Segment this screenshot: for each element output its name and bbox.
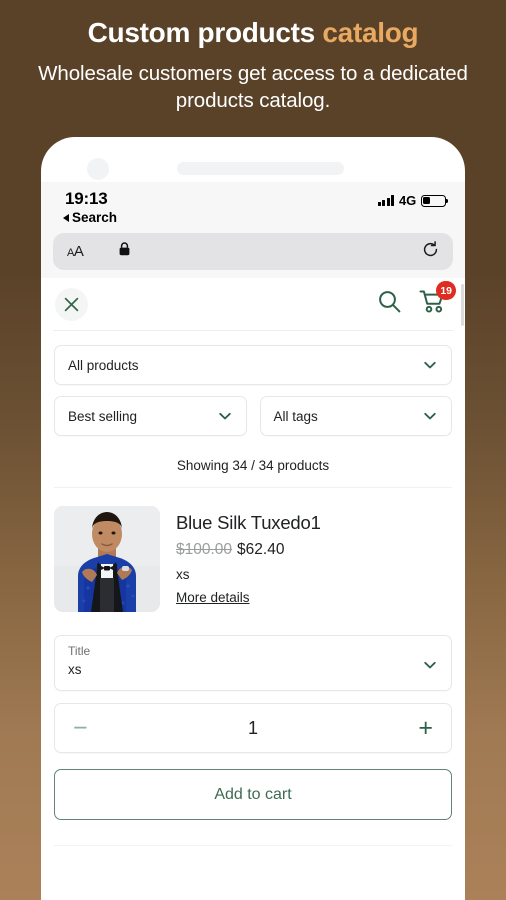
product-thumbnail[interactable] (54, 506, 160, 612)
promo-title-main: Custom products (87, 17, 323, 48)
text-size-button[interactable]: AA (67, 243, 84, 260)
close-button[interactable] (55, 287, 88, 321)
results-count: Showing 34 / 34 products (176, 458, 330, 473)
app-content: All products Best selling All tags Showi… (41, 331, 465, 846)
tags-filter-select[interactable]: All tags (259, 396, 452, 436)
header-actions: 19 (377, 281, 456, 319)
variant-select-label: Title (68, 644, 91, 658)
reload-icon[interactable] (422, 240, 439, 263)
chevron-down-icon (424, 361, 436, 369)
promo-title-accent: catalog (322, 17, 419, 48)
collection-filter-select[interactable]: All products (54, 345, 452, 385)
back-to-search-link[interactable]: Search (41, 210, 465, 225)
promo-subtitle: Wholesale customers get access to a dedi… (38, 62, 468, 113)
product-compare-price: $100.00 (176, 541, 233, 558)
search-button[interactable] (377, 289, 402, 319)
product-divider (54, 845, 452, 846)
promo-banner: Custom products catalog Wholesale custom… (0, 0, 506, 114)
product-price: $62.40 (237, 541, 285, 558)
cart-button[interactable]: 19 (419, 281, 456, 319)
results-divider (54, 487, 452, 488)
phone-mockup: 19:13 4G Search AA 19 All products Best … (41, 137, 465, 900)
quantity-stepper: − 1 + (54, 703, 452, 753)
battery-icon (421, 194, 449, 207)
cart-count-badge: 19 (436, 281, 456, 300)
add-to-cart-button[interactable]: Add to cart (54, 769, 452, 820)
chevron-down-icon (218, 412, 231, 420)
variant-select-value: xs (68, 662, 82, 677)
variant-select[interactable]: Title xs (54, 635, 452, 691)
status-indicators: 4G (377, 189, 449, 208)
collection-filter-value: All products (68, 357, 139, 373)
phone-notch (41, 137, 465, 182)
sort-filter-select[interactable]: Best selling (54, 396, 247, 436)
back-arrow-icon (63, 213, 69, 222)
status-bar: 19:13 4G (41, 182, 465, 212)
filter-row: Best selling All tags (54, 396, 452, 436)
search-icon (379, 291, 401, 313)
product-item[interactable]: Blue Silk Tuxedo1 $100.00 $62.40 xs More … (54, 506, 452, 612)
product-variant-label: xs (176, 567, 190, 582)
variant-select-text: Title xs (68, 644, 90, 677)
status-time: 19:13 (65, 189, 108, 208)
quantity-increment-button[interactable]: + (409, 715, 433, 741)
scrollbar-thumb[interactable] (461, 284, 464, 326)
camera-icon (87, 158, 109, 180)
close-icon (64, 297, 79, 311)
speaker-grille (177, 162, 344, 175)
app-header: 19 (41, 278, 465, 330)
product-info: Blue Silk Tuxedo1 $100.00 $62.40 xs More … (176, 506, 321, 612)
more-details-link[interactable]: More details (176, 590, 250, 605)
url-bar[interactable]: AA (53, 233, 453, 270)
product-prices: $100.00 $62.40 (176, 541, 321, 559)
chevron-down-icon (424, 661, 436, 669)
quantity-decrement-button[interactable]: − (73, 715, 97, 741)
sort-filter-value: Best selling (68, 408, 138, 424)
back-link-label: Search (72, 210, 118, 225)
lock-icon (119, 242, 130, 261)
quantity-value[interactable]: 1 (97, 718, 409, 739)
product-title[interactable]: Blue Silk Tuxedo1 (176, 512, 321, 534)
signal-bars-icon (377, 195, 395, 206)
browser-chrome: 19:13 4G Search AA (41, 182, 465, 278)
chevron-down-icon (424, 412, 436, 420)
tags-filter-value: All tags (273, 408, 318, 424)
man-in-blue-tuxedo-image (54, 506, 160, 612)
network-label: 4G (399, 193, 416, 208)
promo-title: Custom products catalog (18, 16, 488, 49)
